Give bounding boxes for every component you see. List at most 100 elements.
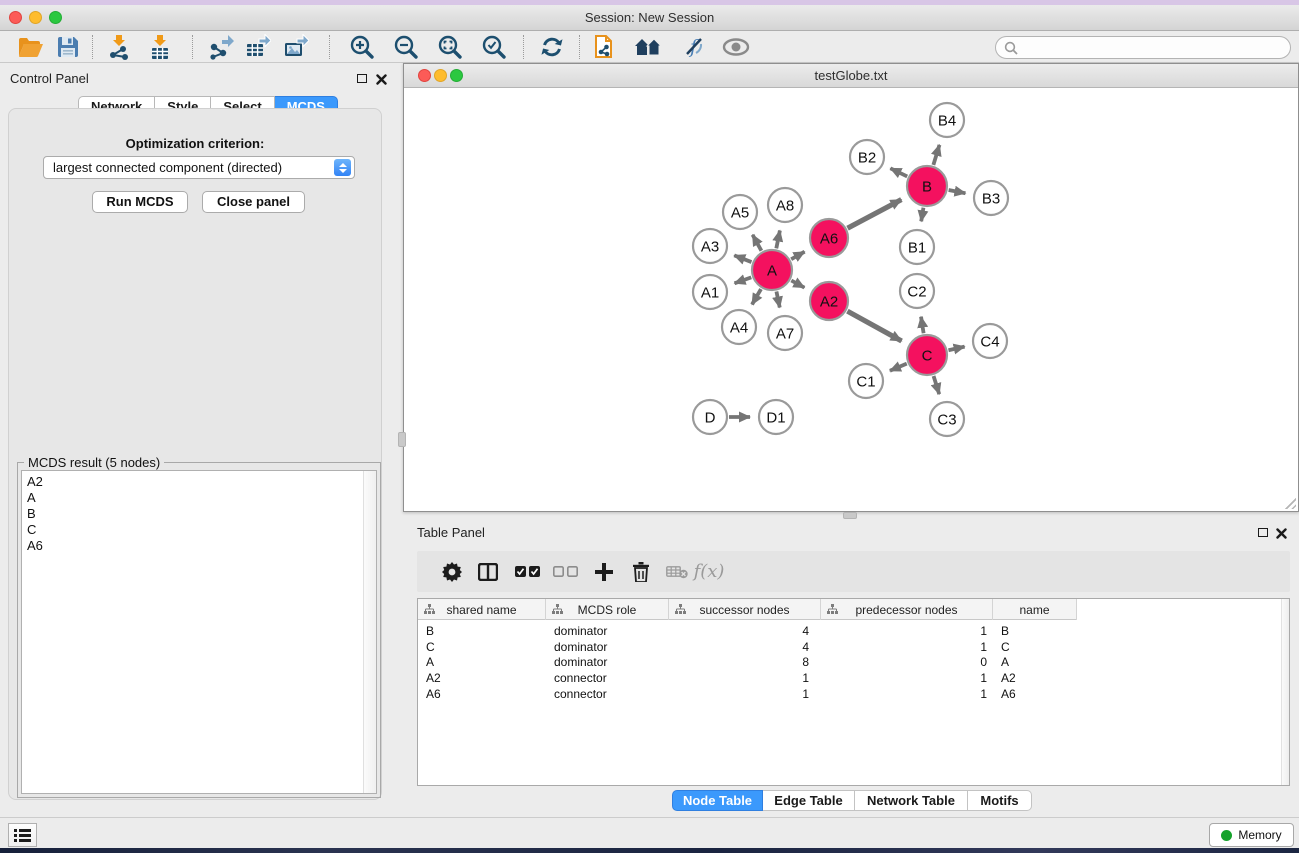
splitter-handle[interactable] (843, 512, 857, 519)
mcds-result-item[interactable]: C (22, 522, 376, 538)
close-panel-icon[interactable] (376, 72, 387, 90)
trash-icon[interactable] (624, 551, 658, 592)
show-view-eye-icon[interactable] (721, 33, 751, 61)
table-cell[interactable]: C (993, 639, 1077, 655)
edge-C-C4[interactable] (948, 347, 964, 351)
tab-edge-table[interactable]: Edge Table (763, 790, 855, 811)
mcds-result-list[interactable]: A2ABCA6 (21, 470, 377, 794)
table-row[interactable]: Cdominator41C (418, 639, 1077, 655)
zoom-in-icon[interactable] (347, 33, 377, 61)
table-cell[interactable]: 4 (669, 639, 821, 655)
float-panel-icon[interactable] (1258, 528, 1268, 537)
search-box[interactable] (995, 36, 1291, 59)
mcds-result-item[interactable]: A6 (22, 538, 376, 554)
refresh-icon[interactable] (537, 33, 567, 61)
edge-C-C2[interactable] (921, 317, 924, 334)
edge-A-A8[interactable] (776, 230, 780, 248)
table-row[interactable]: A2connector11A2 (418, 670, 1077, 686)
table-cell[interactable]: A2 (418, 670, 546, 686)
table-cell[interactable]: A (993, 654, 1077, 670)
network-canvas[interactable]: B4B2BB3A8A5A6B1A3AC2A1A2A4A7C4CC1C3DD1 (404, 88, 1298, 511)
criterion-dropdown[interactable]: largest connected component (directed) (43, 156, 355, 179)
table-cell[interactable]: A (418, 654, 546, 670)
dropdown-stepper-icon[interactable] (334, 159, 351, 176)
run-mcds-button[interactable]: Run MCDS (92, 191, 188, 213)
table-cell[interactable]: A2 (993, 670, 1077, 686)
mcds-result-item[interactable]: B (22, 506, 376, 522)
edge-A6-B[interactable] (848, 200, 902, 229)
edge-A-A4[interactable] (752, 289, 761, 304)
close-window-light[interactable] (9, 11, 22, 24)
tab-network-table[interactable]: Network Table (855, 790, 968, 811)
network-graph[interactable]: B4B2BB3A8A5A6B1A3AC2A1A2A4A7C4CC1C3DD1 (404, 88, 1298, 511)
zoom-window-light[interactable] (450, 69, 463, 82)
zoom-window-light[interactable] (49, 11, 62, 24)
table-cell[interactable]: 8 (669, 654, 821, 670)
table-cell[interactable]: dominator (546, 639, 669, 655)
table-row[interactable]: Adominator80A (418, 654, 1077, 670)
close-window-light[interactable] (418, 69, 431, 82)
table-cell[interactable]: C (418, 639, 546, 655)
import-network-icon[interactable] (104, 33, 134, 61)
mcds-result-item[interactable]: A2 (22, 471, 376, 490)
scrollbar-track[interactable] (1281, 599, 1289, 785)
table-cell[interactable]: 1 (821, 639, 993, 655)
function-builder-icon[interactable]: f(x) (692, 551, 726, 592)
gear-icon[interactable] (435, 551, 469, 592)
table-cell[interactable]: A6 (418, 686, 546, 702)
delete-table-icon[interactable] (660, 551, 694, 592)
mcds-result-item[interactable]: A (22, 490, 376, 506)
minimize-window-light[interactable] (434, 69, 447, 82)
table-cell[interactable]: B (418, 623, 546, 639)
edge-C-C3[interactable] (934, 376, 940, 394)
edge-A-A6[interactable] (791, 252, 804, 260)
table-row[interactable]: Bdominator41B (418, 623, 1077, 639)
import-table-icon[interactable] (145, 33, 175, 61)
table-cell[interactable]: 1 (669, 686, 821, 702)
table-cell[interactable]: 1 (669, 670, 821, 686)
edge-B-B1[interactable] (921, 208, 923, 222)
deselect-all-icon[interactable] (549, 551, 583, 592)
task-history-button[interactable] (8, 823, 37, 847)
table-cell[interactable]: connector (546, 686, 669, 702)
export-image-icon[interactable] (281, 33, 311, 61)
columns-icon[interactable] (471, 551, 505, 592)
edge-C-C1[interactable] (890, 364, 907, 371)
splitter-handle[interactable] (398, 432, 406, 447)
select-all-checked-icon[interactable] (511, 551, 545, 592)
hide-visual-mapping-icon[interactable]: f (679, 33, 709, 61)
memory-button[interactable]: Memory (1209, 823, 1294, 847)
tab-motifs[interactable]: Motifs (968, 790, 1032, 811)
table-cell[interactable]: 1 (821, 670, 993, 686)
table-cell[interactable]: 1 (821, 623, 993, 639)
home-icon[interactable] (633, 33, 663, 61)
export-network-icon[interactable] (206, 33, 236, 61)
save-session-icon[interactable] (53, 33, 83, 61)
table-cell[interactable]: dominator (546, 623, 669, 639)
table-cell[interactable]: connector (546, 670, 669, 686)
zoom-out-icon[interactable] (391, 33, 421, 61)
edge-B-B2[interactable] (890, 168, 907, 176)
column-header-predecessor-nodes[interactable]: predecessor nodes (821, 599, 993, 620)
column-header-successor-nodes[interactable]: successor nodes (669, 599, 821, 620)
tab-node-table[interactable]: Node Table (672, 790, 763, 811)
table-cell[interactable]: 1 (821, 686, 993, 702)
column-header-name[interactable]: name (993, 599, 1077, 620)
search-input[interactable] (1018, 41, 1268, 55)
zoom-selected-icon[interactable] (479, 33, 509, 61)
scrollbar-track[interactable] (363, 471, 376, 793)
edge-B-B4[interactable] (933, 145, 939, 165)
edge-B-B3[interactable] (949, 190, 966, 193)
edge-A-A3[interactable] (734, 255, 751, 262)
column-header-MCDS-role[interactable]: MCDS role (546, 599, 669, 620)
export-table-icon[interactable] (243, 33, 273, 61)
minimize-window-light[interactable] (29, 11, 42, 24)
node-table[interactable]: shared nameMCDS rolesuccessor nodesprede… (417, 598, 1290, 786)
close-panel-button[interactable]: Close panel (202, 191, 305, 213)
zoom-fit-icon[interactable] (435, 33, 465, 61)
table-cell[interactable]: 4 (669, 623, 821, 639)
table-row[interactable]: A6connector11A6 (418, 686, 1077, 702)
table-cell[interactable]: dominator (546, 654, 669, 670)
float-panel-icon[interactable] (357, 74, 367, 83)
edge-A-A7[interactable] (776, 292, 779, 308)
